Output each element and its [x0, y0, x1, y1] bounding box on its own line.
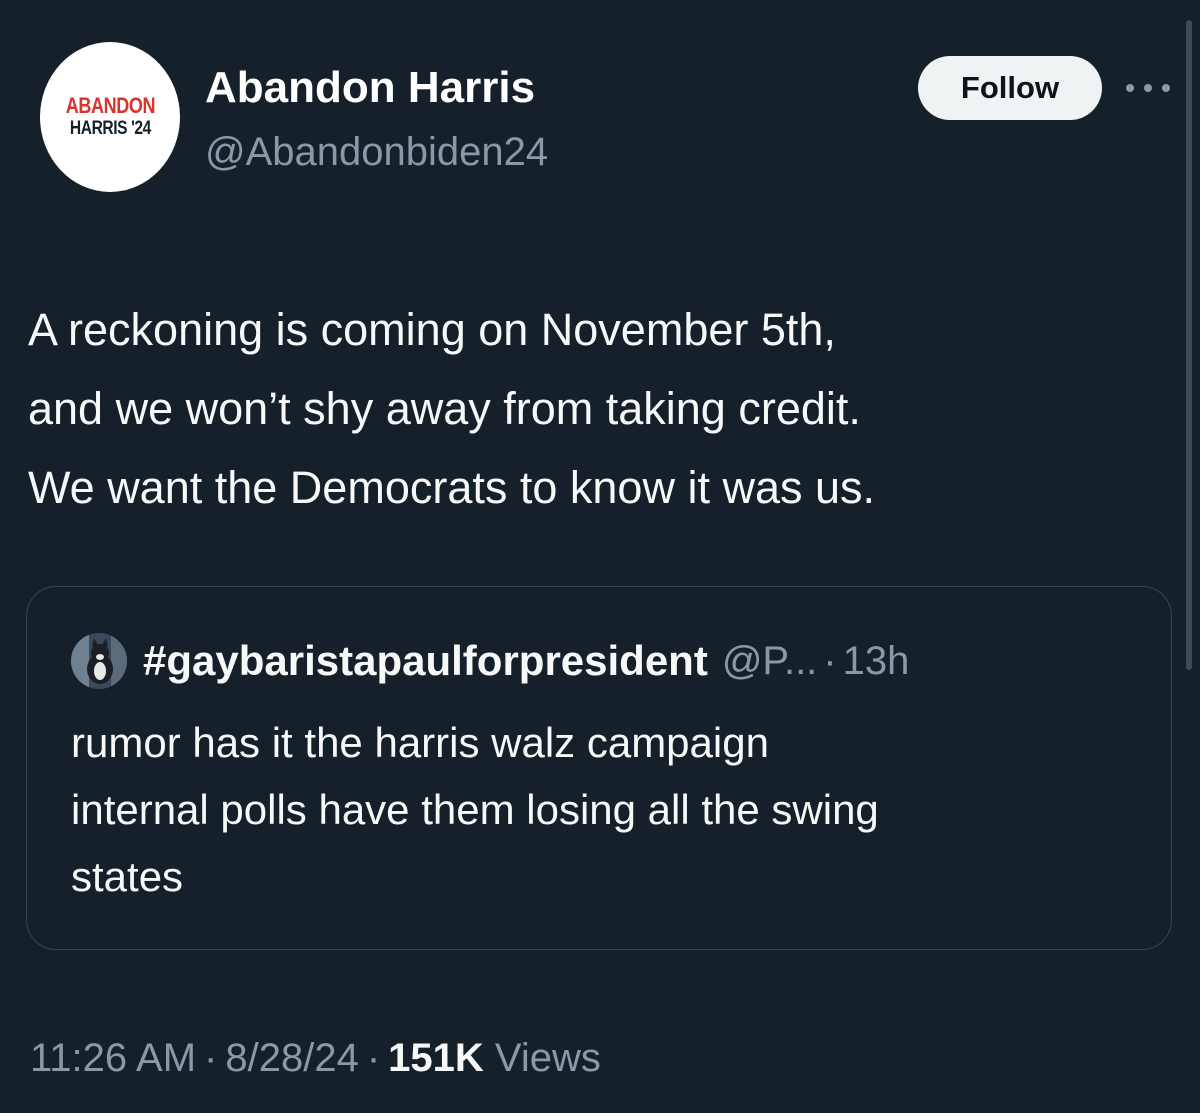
- author-display-name[interactable]: Abandon Harris: [205, 62, 535, 114]
- avatar-logo-line1: ABANDON: [65, 93, 155, 118]
- quoted-tweet-header: #gaybaristapaulforpresident @P... · 13h: [71, 633, 909, 689]
- meta-separator: ·: [366, 1036, 381, 1080]
- scrollbar[interactable]: [1186, 20, 1192, 670]
- tweet-text-line: We want the Democrats to know it was us.: [28, 462, 876, 513]
- views-label[interactable]: Views: [495, 1036, 601, 1080]
- follow-button[interactable]: Follow: [918, 56, 1102, 120]
- tweet-text-line: A reckoning is coming on November 5th,: [28, 304, 836, 355]
- quoted-author-avatar[interactable]: [71, 633, 127, 689]
- tweet-date[interactable]: 8/28/24: [225, 1036, 358, 1080]
- more-dot: [1144, 84, 1152, 92]
- tweet-text: A reckoning is coming on November 5th, a…: [28, 290, 1168, 527]
- more-dot: [1126, 84, 1134, 92]
- more-horizontal-icon[interactable]: [1126, 76, 1170, 100]
- more-dot: [1162, 84, 1170, 92]
- tweet-meta: 11:26 AM · 8/28/24 · 151K Views: [30, 1030, 601, 1086]
- cat-photo-icon: [71, 633, 127, 689]
- author-handle[interactable]: @Abandonbiden24: [205, 128, 548, 176]
- meta-separator: ·: [204, 1036, 218, 1080]
- quoted-author-name[interactable]: #gaybaristapaulforpresident: [143, 637, 708, 685]
- tweet-time[interactable]: 11:26 AM: [30, 1036, 196, 1080]
- author-avatar[interactable]: ABANDON HARRIS '24: [40, 42, 180, 192]
- tweet-text-line: and we won’t shy away from taking credit…: [28, 383, 861, 434]
- quoted-timestamp[interactable]: 13h: [843, 639, 910, 684]
- avatar-logo-line2: HARRIS '24: [69, 118, 151, 139]
- quoted-text-line: states: [71, 853, 184, 900]
- quoted-text-line: rumor has it the harris walz campaign: [71, 719, 769, 766]
- quoted-author-handle[interactable]: @P...: [722, 639, 817, 684]
- views-count[interactable]: 151K: [388, 1036, 484, 1080]
- quoted-text-line: internal polls have them losing all the …: [71, 786, 879, 833]
- quoted-tweet-text: rumor has it the harris walz campaign in…: [71, 709, 1151, 910]
- quoted-separator: ·: [823, 638, 837, 683]
- quoted-tweet-card[interactable]: #gaybaristapaulforpresident @P... · 13h …: [26, 586, 1172, 950]
